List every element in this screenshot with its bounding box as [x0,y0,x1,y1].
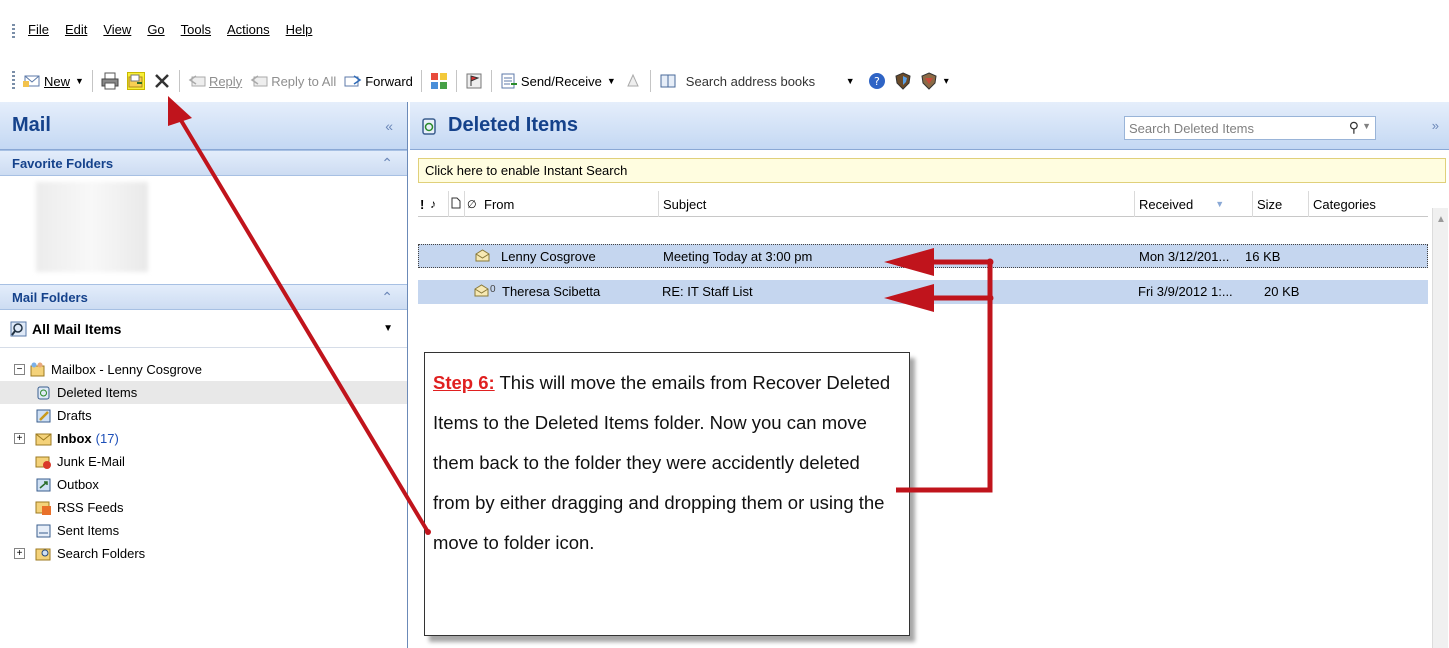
arrow-to-move-folder [168,96,431,535]
annotation-arrows [168,96,994,535]
bracket-arrows-to-rows [884,248,994,493]
